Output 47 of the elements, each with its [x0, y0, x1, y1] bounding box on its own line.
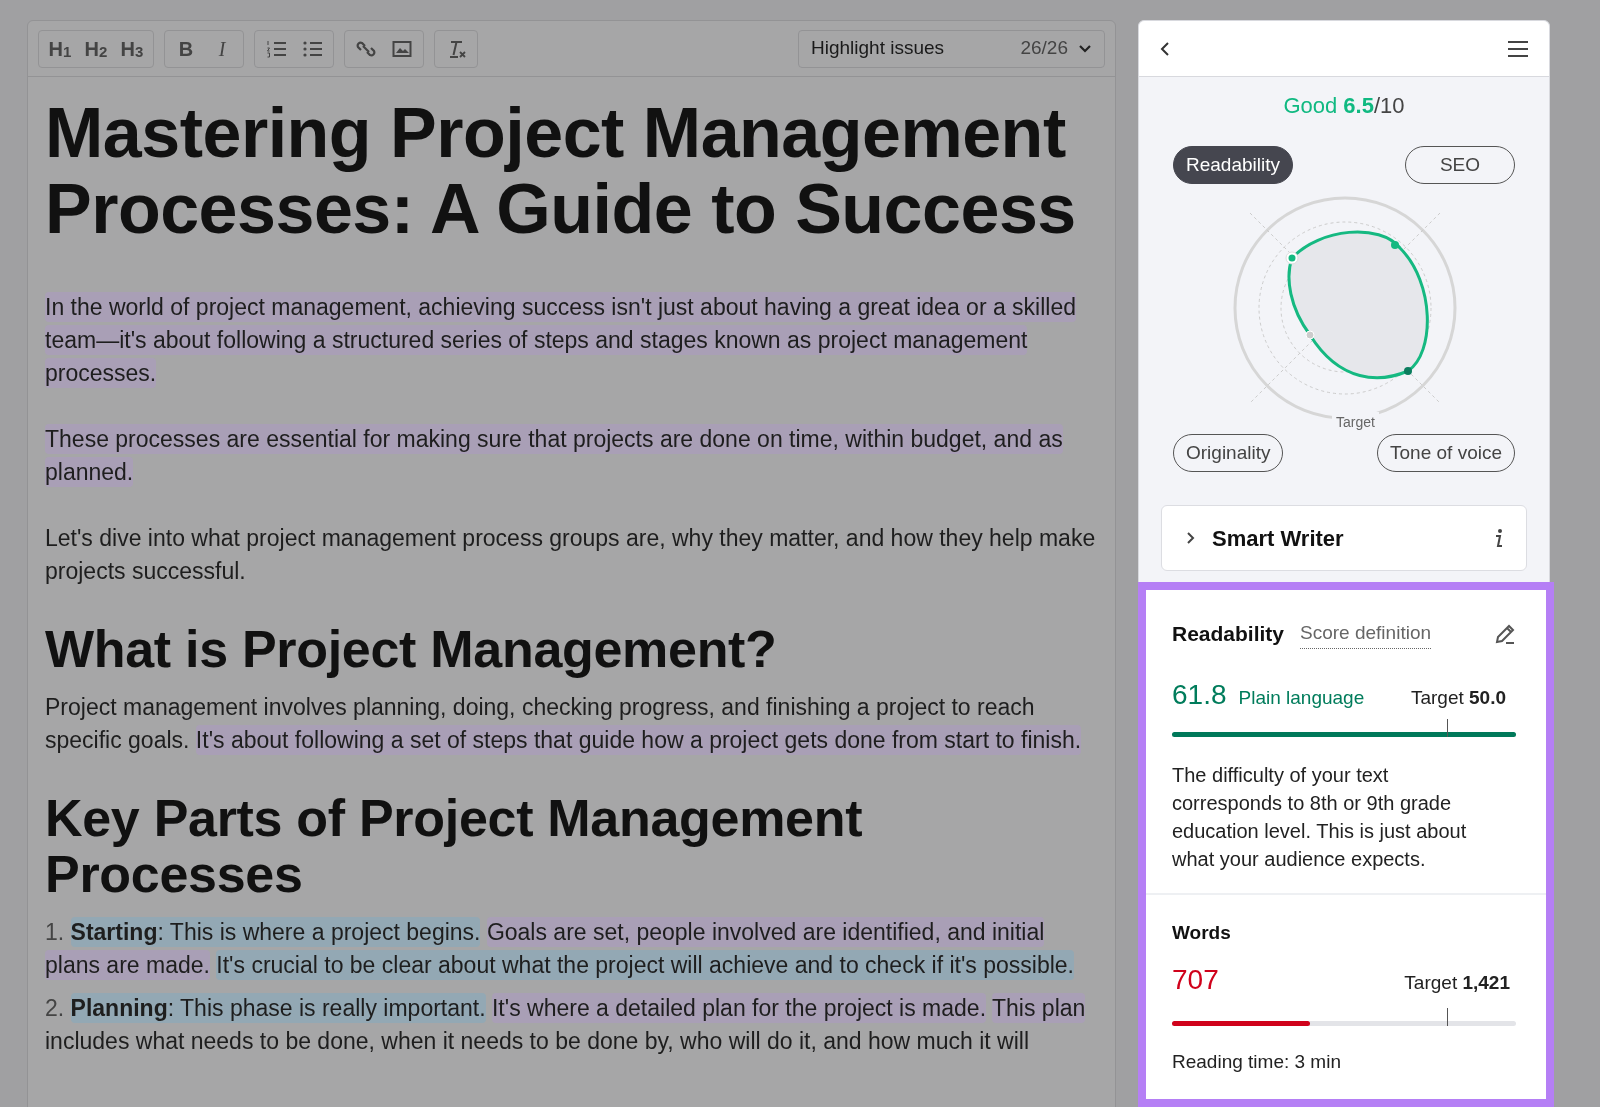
readability-score: 61.8	[1172, 677, 1227, 712]
score-value: 6.5	[1343, 92, 1374, 120]
grade-label: Plain language	[1238, 685, 1365, 710]
score-max: /10	[1373, 92, 1405, 120]
back-icon[interactable]	[1159, 40, 1171, 57]
description-text: The difficulty of your text corresponds to 8th or 9th grade education level. This is just about what your audience expects.	[1172, 762, 1468, 872]
section-title: Smart Writer	[1212, 524, 1344, 553]
menu-icon[interactable]	[1507, 39, 1529, 58]
card-title: Words	[1172, 920, 1232, 945]
section-heading: Key Parts of Project Management Processes	[45, 790, 864, 902]
data-point	[1404, 367, 1412, 375]
section-heading: What is Project Management?	[45, 621, 778, 677]
paragraph: Project management involves planning, doing, checking progress, and finishing a project to reach specific goals. It's about following a set of steps that guide how a project gets done from start to finish.	[45, 693, 1083, 757]
heading-button[interactable]: H$_{3}$	[117, 33, 147, 64]
data-point	[1391, 241, 1399, 249]
target-value: Target 50.0	[1410, 685, 1506, 710]
list-item: 2. Planning: This phase is really important. It's where a detailed plan for the project is made. This plan includes what needs to be done, when it needs to be done by, who will do it, and how much it will	[45, 992, 1087, 1056]
highlight-dropdown[interactable]: Highlight issues 26/26	[798, 29, 1105, 68]
paragraph: In the world of project management, achieving success isn't just about having a great idea or a skilled team—it's about following a structured series of steps and stages known as project management processes.	[45, 291, 1078, 390]
ordered-list-icon	[266, 38, 286, 59]
paragraph: These processes are essential for making sure that projects are done on time, within budget, and as planned.	[45, 423, 1064, 489]
score-definition-link[interactable]: Score definition	[1300, 619, 1431, 649]
bold-button[interactable]: B	[171, 33, 201, 64]
score-label: Good	[1283, 92, 1338, 120]
category-tab[interactable]: Readability	[1173, 146, 1293, 184]
issue-count: 26/26	[1020, 36, 1068, 61]
pencil-icon[interactable]	[1494, 622, 1516, 645]
word-count: 707	[1172, 963, 1219, 997]
paragraph: Let's dive into what project management process groups are, why they matter, and how they help make projects successful.	[45, 524, 1097, 586]
dropdown-label: Highlight issues	[811, 36, 945, 61]
target-marker	[1447, 718, 1449, 737]
info-icon[interactable]	[1494, 528, 1504, 548]
data-point	[1285, 251, 1299, 265]
heading-button[interactable]: H$_{1}$	[45, 33, 75, 64]
card-title: Readability	[1172, 621, 1285, 647]
italic-button[interactable]: I	[207, 33, 237, 64]
chevron-down-icon	[1078, 43, 1092, 54]
heading-button[interactable]: H$_{2}$	[81, 33, 111, 64]
data-point	[1305, 330, 1315, 340]
smart-writer-row[interactable]: Smart Writer	[1161, 505, 1527, 571]
target-marker	[1447, 1008, 1449, 1026]
reading-time: Reading time: 3 min	[1172, 1050, 1342, 1074]
target-label: Target	[1332, 412, 1379, 433]
document-title: Mastering Project Management Processes: A Guide to Success	[45, 95, 1077, 247]
image-icon	[392, 38, 412, 59]
target-value: Target 1,421	[1404, 971, 1510, 995]
list-item: 1. Starting: This is where a project begins. Goals are set, people involved are identified, and initial plans are made. It's crucial to be clear about what the project will achieve and to check if it's possible.	[45, 916, 1075, 982]
